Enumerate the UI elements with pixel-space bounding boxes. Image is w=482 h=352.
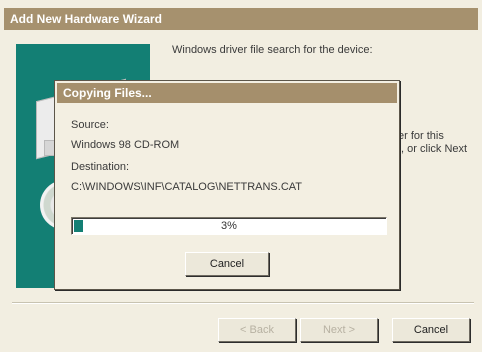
next-button[interactable]: Next > — [300, 318, 378, 342]
copy-cancel-button[interactable]: Cancel — [185, 252, 269, 276]
destination-value: C:\WINDOWS\INF\CATALOG\NETTRANS.CAT — [71, 181, 302, 193]
wizard-separator — [12, 302, 474, 304]
destination-label: Destination: — [71, 161, 130, 173]
wizard-partial-line-1: er for this — [398, 130, 444, 142]
copy-dialog-title-bar[interactable]: Copying Files... — [57, 83, 397, 103]
source-label: Source: — [71, 119, 109, 131]
progress-percent: 3% — [221, 220, 237, 232]
wizard-cancel-button[interactable]: Cancel — [392, 318, 470, 342]
wizard-message-partial: er for this ., or click Next — [398, 130, 467, 156]
source-value: Windows 98 CD-ROM — [71, 139, 180, 151]
wizard-title-bar[interactable]: Add New Hardware Wizard — [4, 8, 478, 30]
add-hardware-wizard-window: Add New Hardware Wizard Windows driver f… — [0, 0, 482, 352]
copying-files-dialog: Copying Files... Source: Windows 98 CD-R… — [54, 80, 400, 290]
copy-progress-bar: 3% — [71, 217, 387, 235]
wizard-message: Windows driver file search for the devic… — [172, 44, 373, 56]
wizard-partial-line-2: ., or click Next — [398, 143, 468, 155]
back-button[interactable]: < Back — [218, 318, 296, 342]
